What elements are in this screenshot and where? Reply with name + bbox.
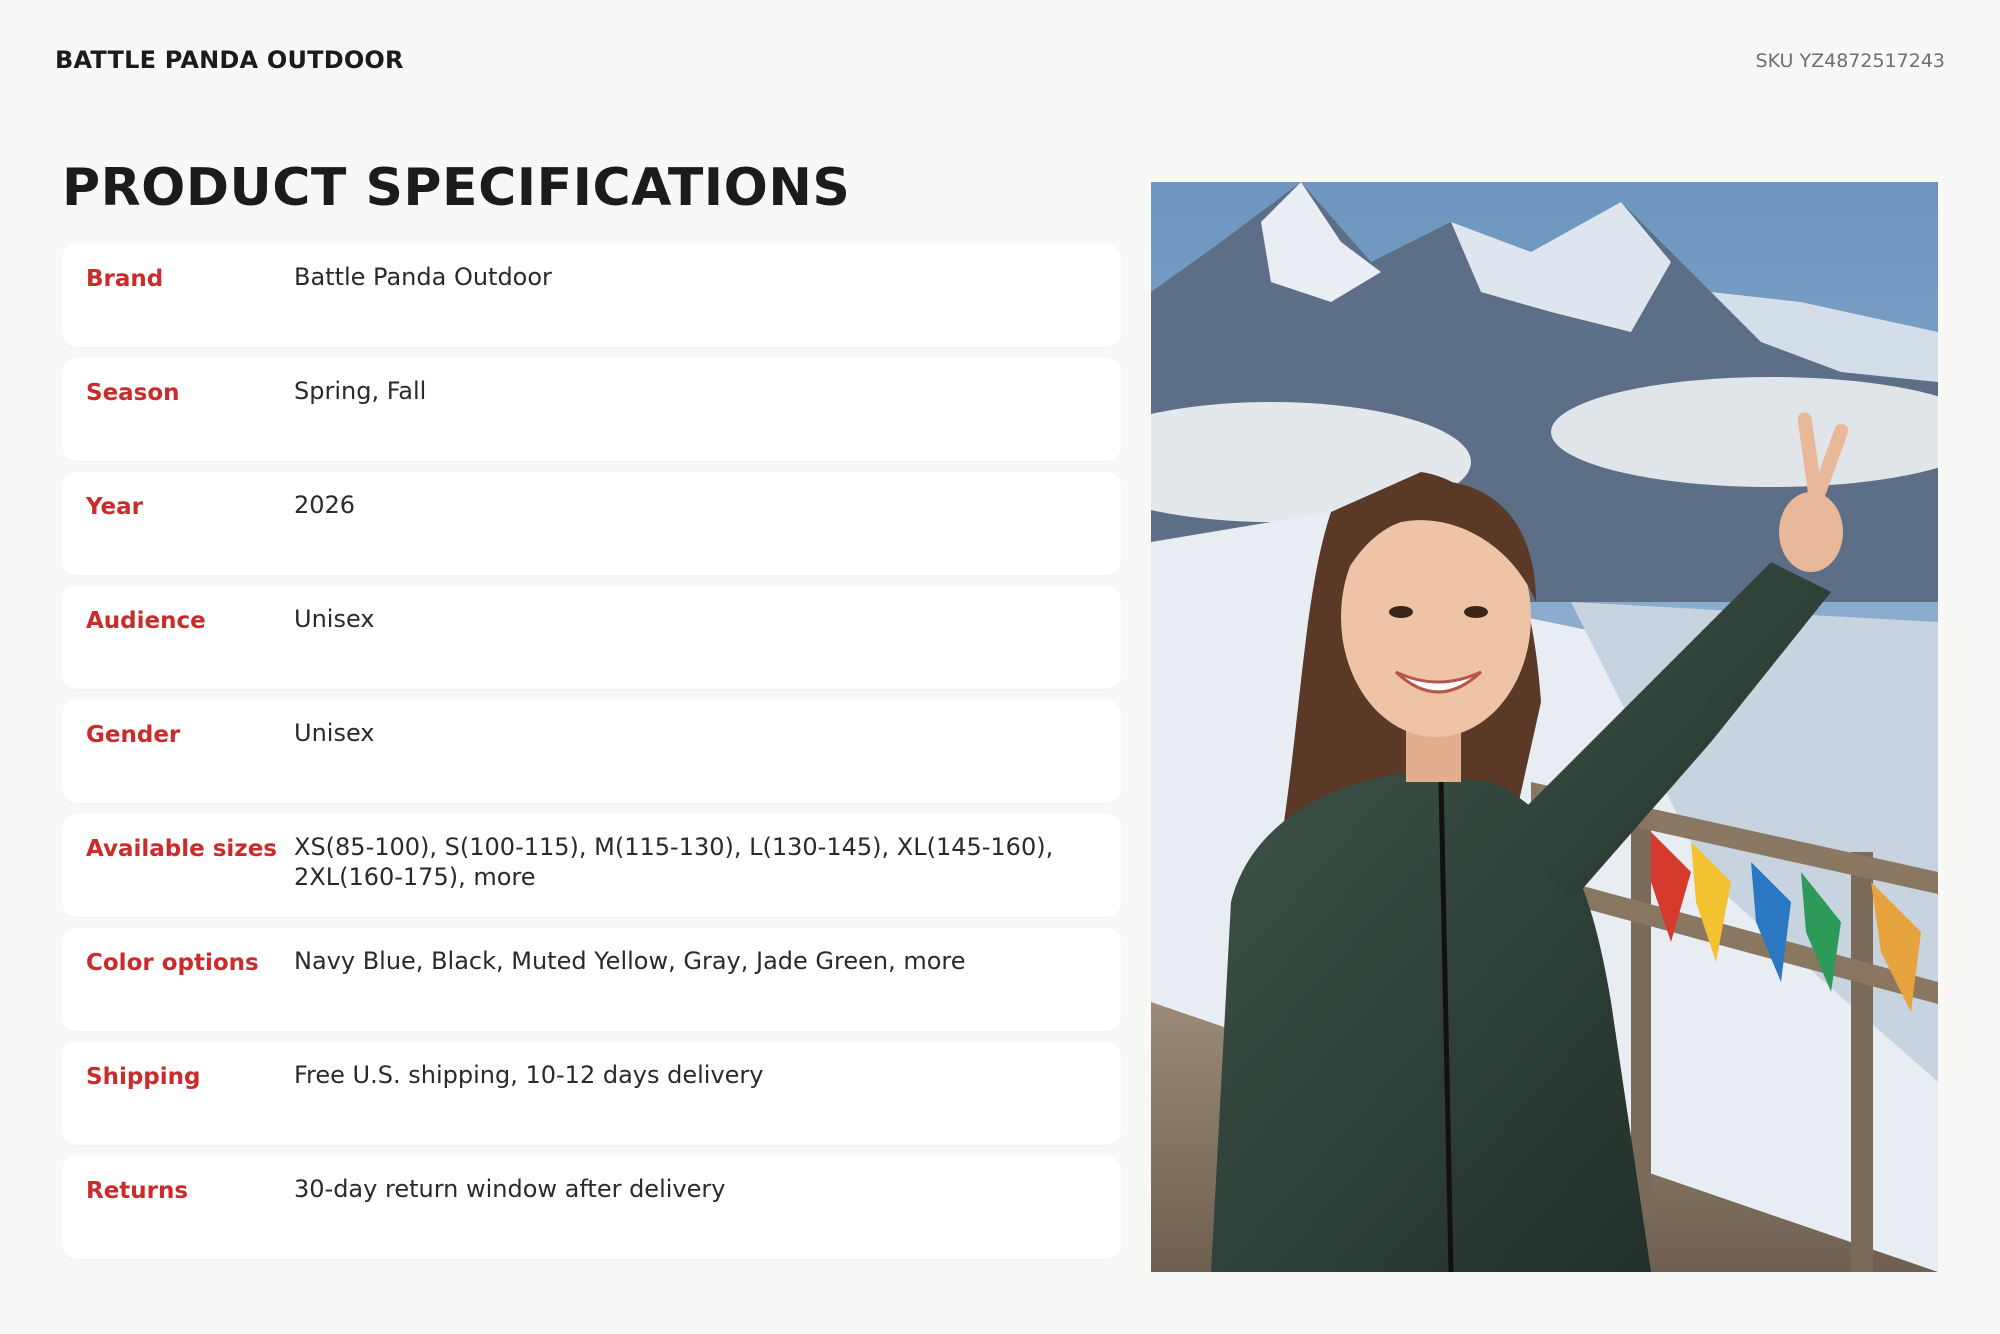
page-title: PRODUCT SPECIFICATIONS <box>62 158 851 218</box>
spec-value: Free U.S. shipping, 10-12 days delivery <box>294 1061 764 1089</box>
spec-value: XS(85-100), S(100-115), M(115-130), L(13… <box>294 833 1054 891</box>
spec-row-returns: Returns 30-day return window after deliv… <box>62 1156 1121 1259</box>
spec-label: Returns <box>86 1178 189 1204</box>
spec-label: Available sizes <box>86 836 277 862</box>
spec-label: Audience <box>86 608 206 634</box>
spec-value: 2026 <box>294 491 356 519</box>
spec-label: Gender <box>86 722 181 748</box>
spec-value: Spring, Fall <box>294 377 427 405</box>
spec-table: Brand Battle Panda Outdoor Season Spring… <box>62 244 1121 1270</box>
spec-row-year: Year 2026 <box>62 472 1121 575</box>
spec-row-gender: Gender Unisex <box>62 700 1121 803</box>
spec-row-colors: Color options Navy Blue, Black, Muted Ye… <box>62 928 1121 1031</box>
product-photo <box>1151 182 1938 1272</box>
spec-row-audience: Audience Unisex <box>62 586 1121 689</box>
spec-value: Navy Blue, Black, Muted Yellow, Gray, Ja… <box>294 947 966 975</box>
brand-name: BATTLE PANDA OUTDOOR <box>55 46 404 74</box>
spec-value: Battle Panda Outdoor <box>294 263 552 291</box>
spec-label: Shipping <box>86 1064 201 1090</box>
spec-row-season: Season Spring, Fall <box>62 358 1121 461</box>
spec-label: Color options <box>86 950 259 976</box>
spec-label: Brand <box>86 266 164 292</box>
spec-label: Season <box>86 380 180 406</box>
sku-number: SKU YZ4872517243 <box>1755 50 1945 72</box>
spec-value: Unisex <box>294 719 375 747</box>
model-mountain-illustration <box>1151 182 1938 1272</box>
spec-label: Year <box>86 494 144 520</box>
spec-row-sizes: Available sizes XS(85-100), S(100-115), … <box>62 814 1121 917</box>
spec-value: 30-day return window after delivery <box>294 1175 726 1203</box>
spec-value: Unisex <box>294 605 375 633</box>
spec-row-brand: Brand Battle Panda Outdoor <box>62 244 1121 347</box>
spec-row-shipping: Shipping Free U.S. shipping, 10-12 days … <box>62 1042 1121 1145</box>
